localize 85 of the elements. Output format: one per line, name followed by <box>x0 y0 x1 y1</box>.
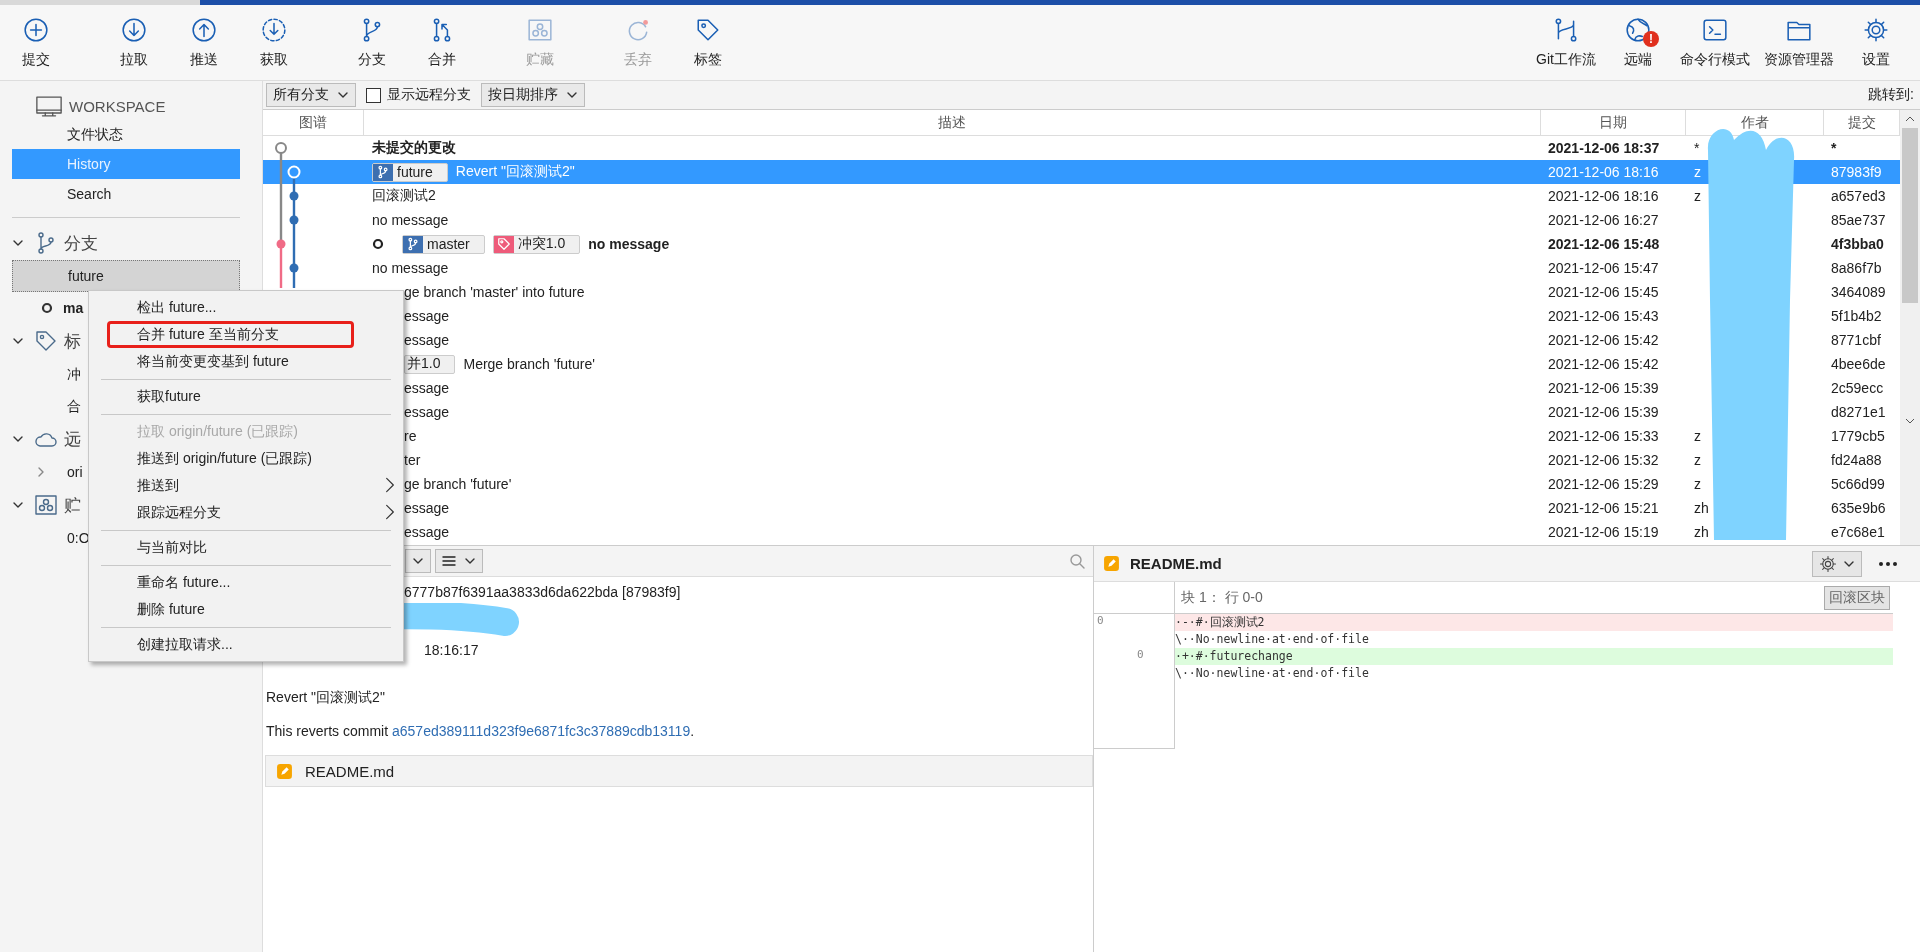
commit-message: essage <box>404 380 450 396</box>
commit-date: 2021-12-06 18:16 <box>1547 188 1660 204</box>
commit-date: 18:16:17 <box>423 641 480 659</box>
commit-hash: a657ed3 <box>1830 188 1887 204</box>
commit-date: 2021-12-06 15:21 <box>1547 500 1660 516</box>
diff-line: \··No·newline·at·end·of·file <box>1175 665 1370 682</box>
commit-date: 2021-12-06 15:42 <box>1547 356 1660 372</box>
commit-body: This reverts commit a657ed389111d323f9e6871fc3c37889cdb13119. <box>266 723 696 739</box>
commit-date: 2021-12-06 15:43 <box>1547 308 1660 324</box>
checkbox-label: 显示远程分支 <box>387 86 471 104</box>
author-name: z <box>1694 188 1701 204</box>
commit-message: no message <box>372 212 449 228</box>
hunk-header: 块 1： 行 0-0 <box>1181 588 1263 607</box>
commit-hash: 85ae737 <box>1830 212 1887 228</box>
diff-line: \··No·newline·at·end·of·file <box>1175 631 1370 648</box>
commit-message: essage <box>404 500 450 516</box>
commit-hash: 1779cb5 <box>1830 428 1886 444</box>
commit-message: essage <box>404 404 450 420</box>
section-heading: 标 <box>64 330 81 353</box>
item-label: future <box>68 267 104 286</box>
commit-message: no message <box>588 236 670 252</box>
commit-date: 2021-12-06 15:47 <box>1547 260 1660 276</box>
commit-title: Revert "回滚测试2" <box>266 689 386 707</box>
commit-hash: fd24a88 <box>1830 452 1883 468</box>
commit-hash: d8271e1 <box>1830 404 1887 420</box>
commit-date: 2021-12-06 18:16 <box>1547 164 1660 180</box>
line-number: 0 <box>1096 614 1105 629</box>
author-name: z <box>1694 428 1701 444</box>
commit-hash: 4bee6de <box>1830 356 1887 372</box>
workspace-heading: WORKSPACE <box>69 97 166 115</box>
commit-message: essage <box>404 332 450 348</box>
commit-date: 2021-12-06 16:27 <box>1547 212 1660 228</box>
commit-date: 2021-12-06 15:19 <box>1547 524 1660 540</box>
commit-date: 2021-12-06 15:29 <box>1547 476 1660 492</box>
commit-date: 2021-12-06 15:45 <box>1547 284 1660 300</box>
commit-hash: e7c68e1 <box>1830 524 1886 540</box>
commit-id: 6777b87f6391aa3833d6da622bda [87983f9] <box>403 583 682 601</box>
item-label: ori <box>67 463 83 482</box>
author-name: z <box>1694 452 1701 468</box>
section-heading: 远 <box>64 428 81 451</box>
author-name: zh <box>1694 500 1709 516</box>
section-heading: 贮 <box>64 494 81 517</box>
commit-message: 回滚测试2 <box>372 187 436 205</box>
author-name: zh <box>1694 524 1709 540</box>
commit-date: 2021-12-06 15:33 <box>1547 428 1660 444</box>
file-name: README.md <box>305 762 395 780</box>
commit-date: 2021-12-06 15:39 <box>1547 380 1660 396</box>
ref-name: master <box>427 236 470 252</box>
commit-message: ge branch 'future' <box>404 476 512 492</box>
section-heading: 分支 <box>64 232 98 255</box>
commit-hash: 3464089 <box>1830 284 1887 300</box>
jump-label: 跳转到: <box>1868 86 1914 104</box>
commit-hash: 87983f9 <box>1830 164 1883 180</box>
commit-hash: 8a86f7b <box>1830 260 1883 276</box>
commit-hash: 635e9b6 <box>1830 500 1887 516</box>
commit-hash: 4f3bba0 <box>1830 236 1885 252</box>
commit-message: ge branch 'master' into future <box>404 284 585 300</box>
commit-hash: 5f1b4b2 <box>1830 308 1883 324</box>
commit-hash: 5c66d99 <box>1830 476 1886 492</box>
ref-name: 冲突1.0 <box>517 235 566 253</box>
item-label: ma <box>63 299 84 318</box>
commit-message: essage <box>404 524 450 540</box>
commit-date: 2021-12-06 15:39 <box>1547 404 1660 420</box>
commit-message: essage <box>404 308 450 324</box>
author-name: z <box>1694 164 1701 180</box>
commit-date: 2021-12-06 18:37 <box>1547 140 1661 156</box>
ref-name: future <box>397 164 433 180</box>
file-name: README.md <box>1130 555 1222 572</box>
commit-date: 2021-12-06 15:48 <box>1547 236 1661 252</box>
commit-message: ter <box>404 452 421 468</box>
author-name: * <box>1694 140 1700 156</box>
alert-badge: ! <box>1643 31 1659 47</box>
author-name: z <box>1694 476 1701 492</box>
commit-message: 未提交的更改 <box>372 139 456 157</box>
commit-message: Merge branch 'future' <box>463 356 595 372</box>
commit-message: re <box>404 428 417 444</box>
line-number: 0 <box>1137 648 1145 663</box>
commit-date: 2021-12-06 15:32 <box>1547 452 1660 468</box>
ref-name: 并1.0 <box>407 355 441 373</box>
commit-date: 2021-12-06 15:42 <box>1547 332 1660 348</box>
commit-hash: * <box>1830 140 1838 156</box>
commit-hash: 2c59ecc <box>1830 380 1885 396</box>
commit-message: Revert "回滚测试2" <box>455 163 575 181</box>
commit-message: no message <box>372 260 449 276</box>
commit-hash: 8771cbf <box>1830 332 1882 348</box>
